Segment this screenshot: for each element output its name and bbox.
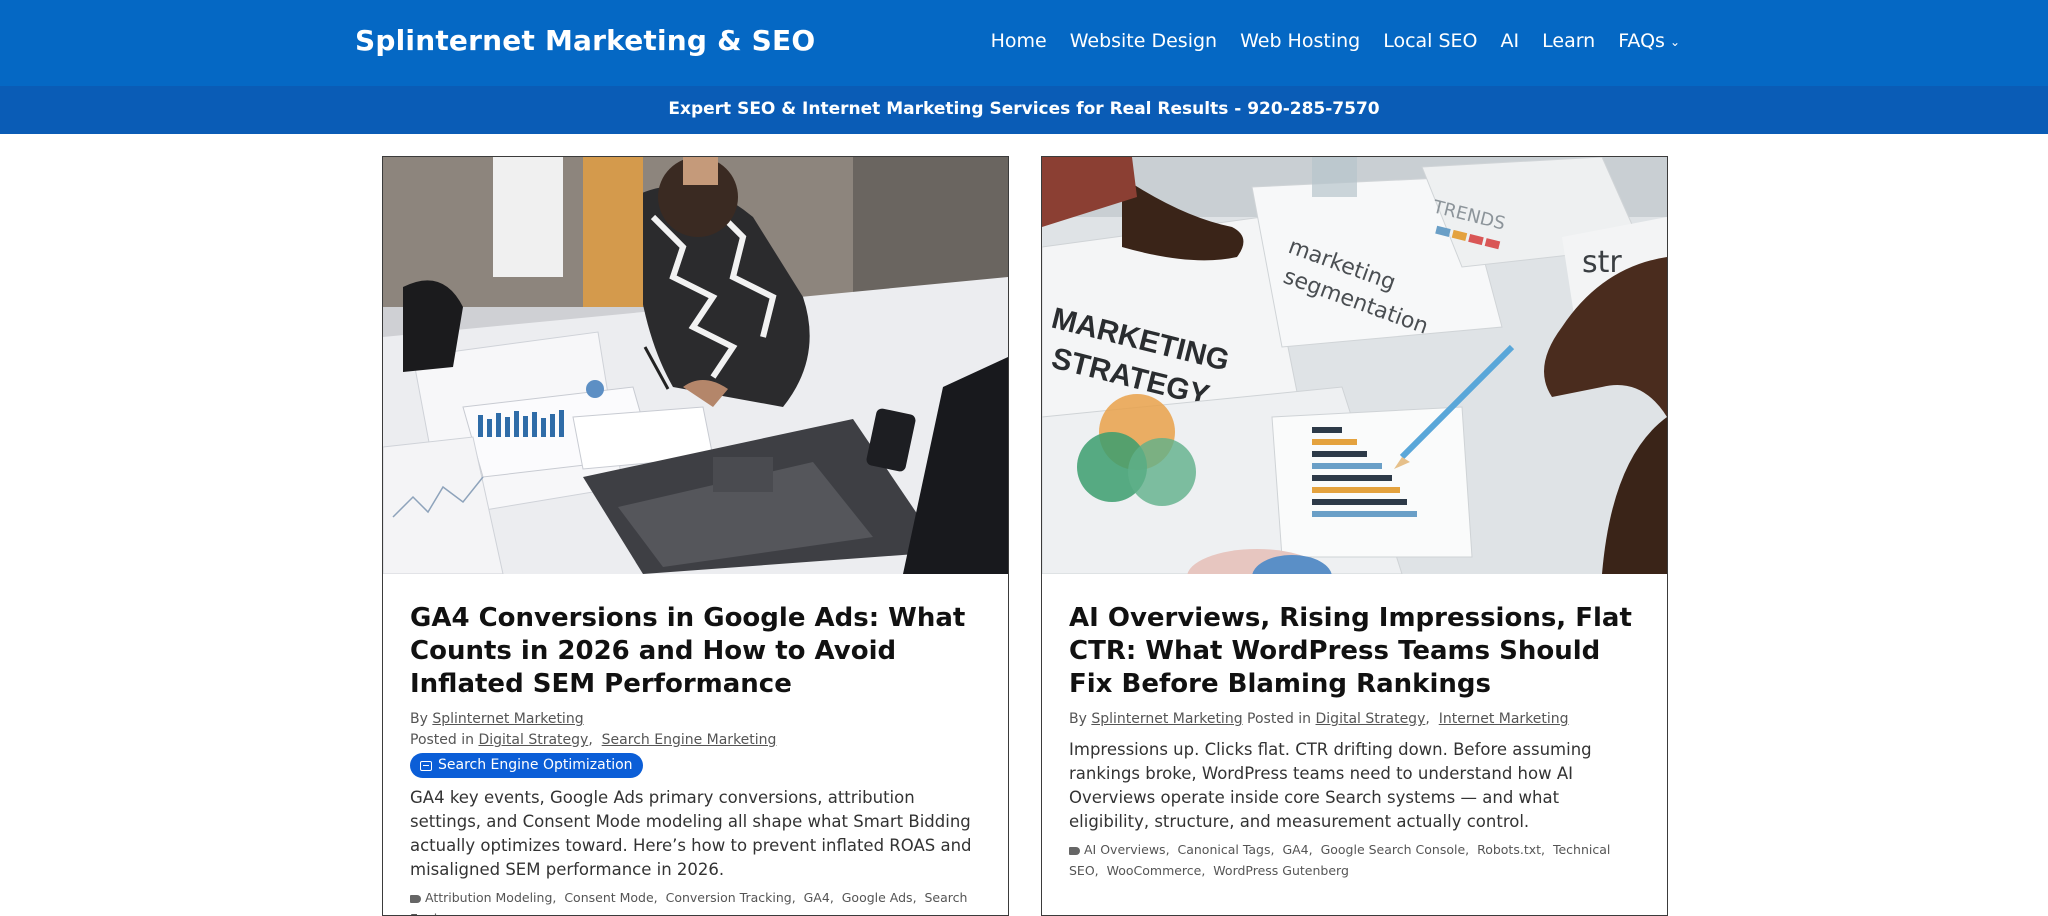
post-author-link[interactable]: Splinternet Marketing (1091, 711, 1242, 727)
nav-ai[interactable]: AI (1501, 30, 1520, 52)
category-link[interactable]: Digital Strategy (478, 732, 588, 748)
post-featured-image[interactable] (383, 157, 1008, 574)
post-meta: By Splinternet Marketing Posted in Digit… (1069, 711, 1569, 727)
tag-link[interactable]: WordPress Gutenberg (1213, 863, 1349, 878)
tag-link[interactable]: GA4 (1282, 842, 1308, 857)
post-card: MARKETING STRATEGY marketing segmentatio… (1041, 156, 1668, 916)
chevron-down-icon: ⌄ (1669, 35, 1680, 49)
tagline-bar: Expert SEO & Internet Marketing Services… (0, 86, 2048, 134)
tag-link[interactable]: Canonical Tags (1178, 842, 1271, 857)
nav-home[interactable]: Home (991, 30, 1047, 52)
post-card: GA4 Conversions in Google Ads: What Coun… (382, 156, 1009, 916)
nav-learn[interactable]: Learn (1542, 30, 1595, 52)
site-header: Splinternet Marketing & SEO Home Website… (0, 0, 2048, 86)
category-link[interactable]: Search Engine Marketing (602, 732, 777, 748)
category-link[interactable]: Internet Marketing (1439, 711, 1569, 727)
tag-icon (410, 894, 421, 903)
post-excerpt: Impressions up. Clicks flat. CTR driftin… (1069, 740, 1592, 831)
nav-faqs[interactable]: FAQs ⌄ (1618, 30, 1680, 52)
post-title[interactable]: AI Overviews, Rising Impressions, Flat C… (1069, 602, 1644, 701)
tag-icon (1069, 846, 1080, 855)
post-meta: By Splinternet Marketing Posted in Digit… (410, 709, 985, 778)
tag-link[interactable]: AI Overviews (1084, 842, 1166, 857)
nav-web-hosting[interactable]: Web Hosting (1240, 30, 1360, 52)
tag-link[interactable]: Robots.txt (1477, 842, 1541, 857)
tag-link[interactable]: WooCommerce (1107, 863, 1202, 878)
category-icon (420, 760, 432, 771)
nav-website-design[interactable]: Website Design (1070, 30, 1217, 52)
tag-link[interactable]: Google Search Console (1321, 842, 1466, 857)
post-title[interactable]: GA4 Conversions in Google Ads: What Coun… (410, 602, 985, 701)
tagline-text: Expert SEO & Internet Marketing Services… (668, 99, 1380, 119)
main-nav: Home Website Design Web Hosting Local SE… (968, 30, 1680, 52)
post-body: GA4 Conversions in Google Ads: What Coun… (410, 602, 985, 915)
post-excerpt: GA4 key events, Google Ads primary conve… (410, 788, 972, 879)
category-badge[interactable]: Search Engine Optimization (410, 753, 643, 778)
post-author-link[interactable]: Splinternet Marketing (432, 711, 583, 727)
post-body: AI Overviews, Rising Impressions, Flat C… (1069, 602, 1644, 881)
post-tags: Attribution Modeling, Consent Mode, Conv… (410, 887, 985, 915)
post-tags: AI Overviews, Canonical Tags, GA4, Googl… (1069, 842, 1611, 878)
nav-local-seo[interactable]: Local SEO (1383, 30, 1477, 52)
category-link[interactable]: Digital Strategy (1316, 711, 1426, 727)
site-brand[interactable]: Splinternet Marketing & SEO (355, 24, 815, 57)
post-featured-image[interactable]: MARKETING STRATEGY marketing segmentatio… (1042, 157, 1667, 574)
